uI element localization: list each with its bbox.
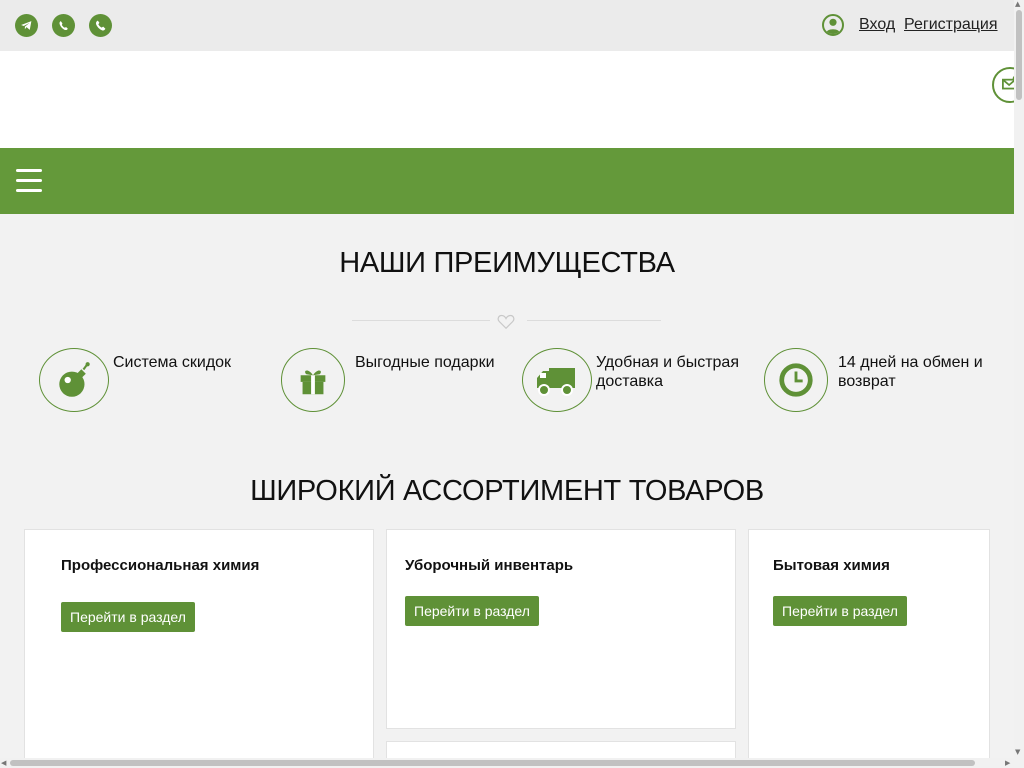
scroll-right-icon[interactable]: ▶	[1005, 759, 1010, 767]
advantage-label: Удобная и быстрая доставка	[596, 354, 739, 390]
scroll-down-icon[interactable]: ▼	[1015, 748, 1020, 756]
main-nav-bar	[0, 148, 1014, 214]
horizontal-scrollbar-thumb[interactable]	[10, 760, 975, 766]
gift-icon	[281, 348, 345, 412]
truck-icon	[522, 348, 592, 412]
clock-icon	[764, 348, 828, 412]
bomb-icon	[39, 348, 109, 412]
category-title: Профессиональная химия	[61, 557, 260, 574]
category-card: Бытовая химия Перейти в раздел	[748, 529, 990, 768]
divider-left	[352, 320, 490, 321]
go-to-section-button[interactable]: Перейти в раздел	[405, 596, 539, 626]
category-card: Уборочный инвентарь Перейти в раздел	[386, 529, 736, 729]
scroll-left-icon[interactable]: ◀	[1, 759, 6, 767]
register-link[interactable]: Регистрация	[904, 16, 998, 34]
advantages-title: НАШИ ПРЕИМУЩЕСТВА	[339, 247, 675, 279]
category-title: Бытовая химия	[773, 557, 890, 574]
category-title: Уборочный инвентарь	[405, 557, 574, 574]
scroll-up-icon[interactable]: ▲	[1015, 0, 1020, 8]
advantage-label: Система скидок	[113, 354, 232, 371]
advantage-label: Выгодные подарки	[355, 354, 495, 371]
category-card: Профессиональная химия Перейти в раздел	[24, 529, 374, 768]
go-to-section-button[interactable]: Перейти в раздел	[61, 602, 195, 632]
site-header	[0, 51, 1014, 148]
heart-icon	[497, 314, 515, 330]
whatsapp-icon[interactable]	[52, 14, 75, 37]
advantage-label: 14 дней на обмен и возврат	[838, 354, 983, 390]
login-link[interactable]: Вход	[859, 16, 895, 34]
divider-right	[527, 320, 661, 321]
vertical-scrollbar[interactable]	[1014, 0, 1024, 768]
menu-icon[interactable]	[16, 169, 42, 193]
assortment-title: ШИРОКИЙ АССОРТИМЕНТ ТОВАРОВ	[250, 475, 764, 507]
phone-icon[interactable]	[89, 14, 112, 37]
telegram-icon[interactable]	[15, 14, 38, 37]
go-to-section-button[interactable]: Перейти в раздел	[773, 596, 907, 626]
vertical-scrollbar-thumb[interactable]	[1016, 10, 1022, 100]
user-icon[interactable]	[822, 14, 844, 36]
